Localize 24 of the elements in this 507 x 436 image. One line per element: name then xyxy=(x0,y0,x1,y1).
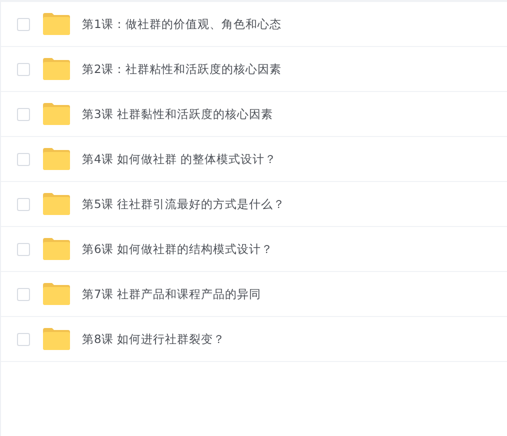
folder-name[interactable]: 第3课 社群黏性和活跃度的核心因素 xyxy=(82,106,273,122)
folder-name[interactable]: 第5课 往社群引流最好的方式是什么？ xyxy=(82,196,285,212)
checkbox[interactable] xyxy=(17,288,30,300)
folder-icon xyxy=(43,58,70,80)
folder-name[interactable]: 第8课 如何进行社群裂变？ xyxy=(82,332,225,346)
folder-icon xyxy=(43,148,70,170)
folder-name[interactable]: 第2课：社群粘性和活跃度的核心因素 xyxy=(82,62,282,76)
folder-name[interactable]: 第1课：做社群的价值观、角色和心态 xyxy=(82,16,282,32)
folder-icon xyxy=(43,283,70,305)
folder-icon xyxy=(43,238,70,260)
folder-icon xyxy=(43,193,70,215)
checkbox[interactable] xyxy=(17,152,30,166)
checkbox[interactable] xyxy=(17,62,30,76)
checkbox[interactable] xyxy=(17,18,30,30)
checkbox[interactable] xyxy=(17,198,30,210)
folder-name[interactable]: 第4课 如何做社群 的整体模式设计？ xyxy=(82,152,277,166)
folder-icon xyxy=(43,103,70,125)
checkbox[interactable] xyxy=(17,242,30,256)
folder-name[interactable]: 第6课 如何做社群的结构模式设计？ xyxy=(82,242,273,256)
checkbox[interactable] xyxy=(17,108,30,120)
folder-name[interactable]: 第7课 社群产品和课程产品的异同 xyxy=(82,286,261,302)
checkbox[interactable] xyxy=(17,332,30,346)
folder-icon xyxy=(43,328,70,350)
folder-icon xyxy=(43,13,70,35)
